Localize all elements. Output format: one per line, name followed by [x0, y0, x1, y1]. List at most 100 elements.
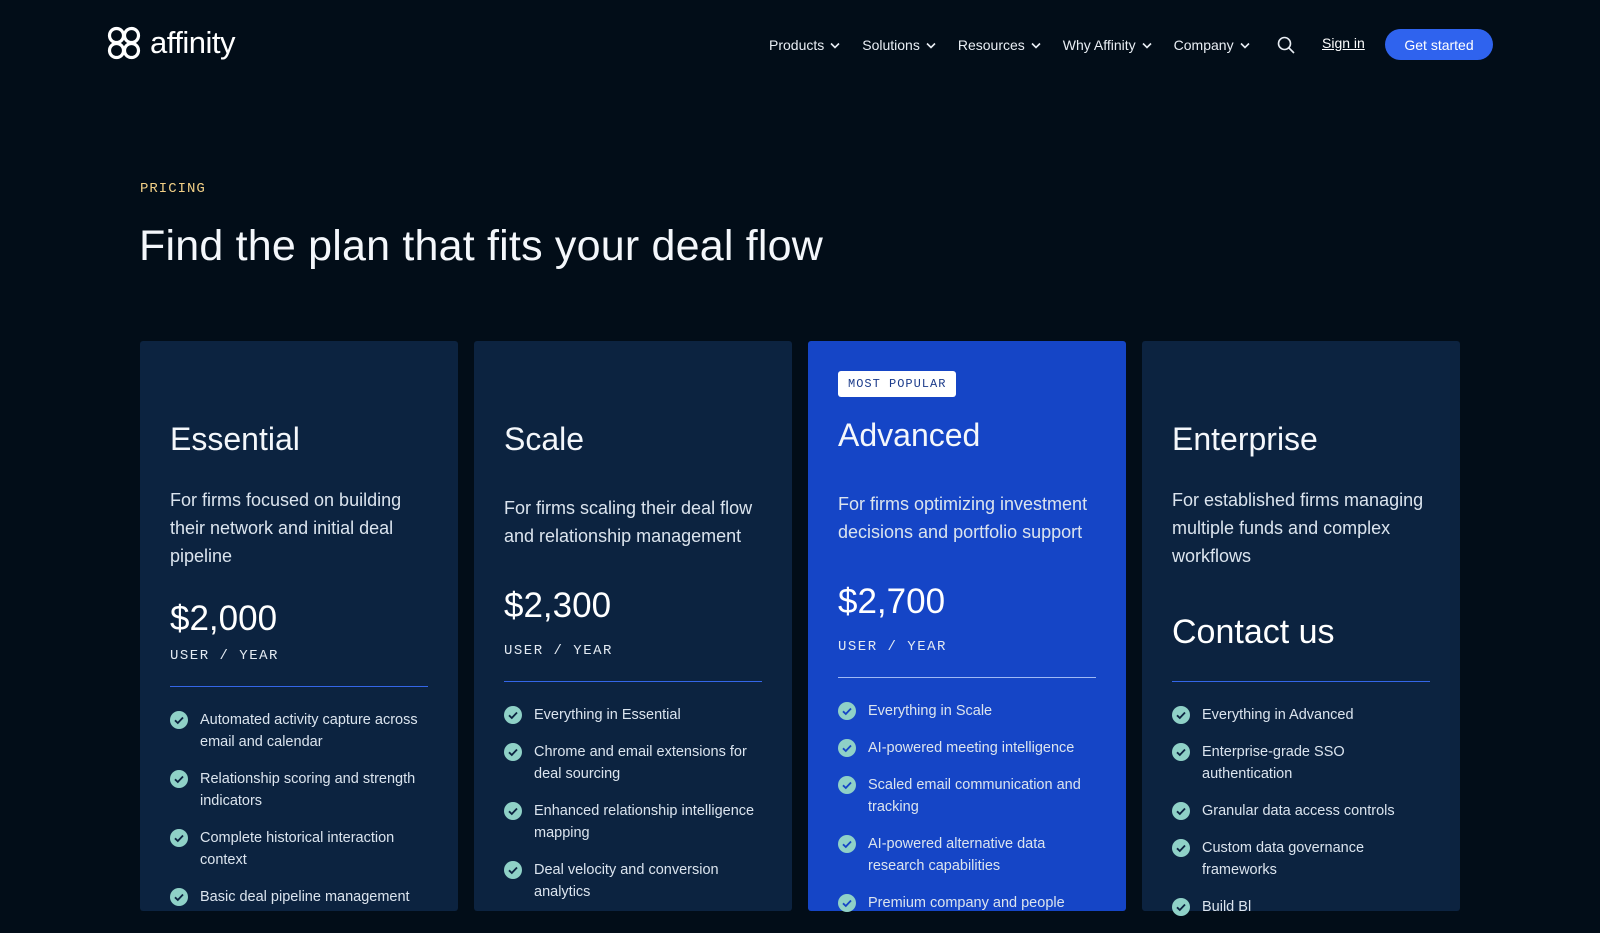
plan-description: For firms focused on building their netw…	[170, 490, 402, 566]
feature-item: Automated activity capture across email …	[170, 709, 432, 753]
feature-text: Enterprise-grade SSO authentication	[1202, 744, 1345, 782]
check-circle-icon	[838, 739, 856, 757]
plan-name: Scale	[504, 421, 585, 457]
feature-item: Premium company and people	[838, 892, 1100, 914]
check-circle-icon	[838, 894, 856, 912]
feature-text: AI-powered meeting intelligence	[868, 740, 1075, 756]
search-icon[interactable]	[1276, 35, 1296, 55]
plan-unit: USER / YEAR	[170, 648, 279, 664]
plan-name: Essential	[170, 421, 300, 457]
check-circle-icon	[504, 706, 522, 724]
plan-card-essential: Essential For firms focused on building …	[140, 341, 458, 911]
feature-text: Complete historical interaction context	[200, 830, 395, 868]
check-circle-icon	[504, 861, 522, 879]
feature-item: Basic deal pipeline management	[170, 886, 432, 908]
plan-card-scale: Scale For firms scaling their deal flow …	[474, 341, 792, 911]
feature-text: Automated activity capture across email …	[200, 712, 418, 750]
feature-item: AI-powered alternative data research cap…	[838, 833, 1100, 877]
nav-item-resources[interactable]: Resources	[958, 37, 1041, 53]
get-started-button[interactable]: Get started	[1385, 29, 1493, 60]
nav-item-label: Solutions	[862, 37, 920, 53]
plan-divider	[838, 677, 1096, 678]
check-circle-icon	[838, 776, 856, 794]
plan-price: $2,000	[170, 599, 278, 638]
plan-card-enterprise: Enterprise For established firms managin…	[1142, 341, 1460, 916]
feature-text: Everything in Advanced	[1202, 707, 1354, 723]
page-title: Find the plan that fits your deal flow	[139, 222, 824, 270]
sign-in-link[interactable]: Sign in	[1322, 35, 1365, 51]
check-circle-icon	[838, 702, 856, 720]
check-circle-icon	[504, 743, 522, 761]
feature-list: Everything in Scale AI-powered meeting i…	[838, 700, 1100, 929]
check-circle-icon	[1172, 802, 1190, 820]
feature-text: Granular data access controls	[1202, 803, 1395, 819]
feature-item: Deal velocity and conversion analytics	[504, 859, 766, 903]
feature-text: Deal velocity and conversion analytics	[534, 862, 719, 900]
top-nav: affinity Products Solutions Resources Wh…	[0, 0, 1600, 90]
contact-us-cta[interactable]: Contact us	[1172, 613, 1335, 652]
nav-item-company[interactable]: Company	[1174, 37, 1250, 53]
check-circle-icon	[838, 835, 856, 853]
feature-item: Everything in Scale	[838, 700, 1100, 722]
check-circle-icon	[170, 888, 188, 906]
feature-item: Chrome and email extensions for deal sou…	[504, 741, 766, 785]
plan-description: For established firms managing multiple …	[1172, 490, 1424, 566]
affinity-logo-icon	[107, 26, 141, 60]
nav-menu: Products Solutions Resources Why Affinit…	[769, 34, 1272, 56]
feature-text: Basic deal pipeline management	[200, 889, 410, 905]
check-circle-icon	[1172, 839, 1190, 857]
feature-text: Everything in Essential	[534, 707, 681, 723]
plan-price: $2,300	[504, 586, 612, 625]
nav-item-solutions[interactable]: Solutions	[862, 37, 936, 53]
pricing-eyebrow: PRICING	[140, 181, 206, 197]
affinity-logo[interactable]: affinity	[106, 24, 236, 62]
check-circle-icon	[1172, 898, 1190, 916]
feature-text: AI-powered alternative data research cap…	[868, 836, 1046, 874]
plan-name: Advanced	[838, 417, 981, 453]
plan-divider	[1172, 681, 1430, 682]
feature-item: Relationship scoring and strength indica…	[170, 768, 432, 812]
plan-card-advanced: MOST POPULAR Advanced For firms optimizi…	[808, 341, 1126, 912]
feature-text: Custom data governance frameworks	[1202, 840, 1365, 878]
feature-item: Complete historical interaction context	[170, 827, 432, 871]
nav-item-label: Products	[769, 37, 825, 53]
check-circle-icon	[1172, 706, 1190, 724]
nav-item-why-affinity[interactable]: Why Affinity	[1063, 37, 1152, 53]
feature-item: Enhanced relationship intelligence mappi…	[504, 800, 766, 844]
plan-price: $2,700	[838, 582, 946, 621]
feature-text: Scaled email communication and tracking	[868, 777, 1081, 815]
feature-item: Scaled email communication and tracking	[838, 774, 1100, 818]
nav-item-products[interactable]: Products	[769, 37, 840, 53]
check-circle-icon	[170, 711, 188, 729]
feature-text: Build Bl	[1202, 899, 1252, 915]
feature-text: Enhanced relationship intelligence mappi…	[534, 803, 755, 841]
nav-item-label: Why Affinity	[1062, 37, 1136, 53]
chevron-down-icon	[1031, 42, 1041, 49]
feature-item: AI-powered meeting intelligence	[838, 737, 1100, 759]
check-circle-icon	[504, 802, 522, 820]
plan-description: For firms scaling their deal flow and re…	[504, 498, 753, 546]
plan-unit: USER / YEAR	[838, 639, 947, 655]
plan-name: Enterprise	[1172, 421, 1318, 457]
most-popular-badge: MOST POPULAR	[838, 371, 957, 397]
feature-item: Granular data access controls	[1172, 800, 1434, 822]
plan-divider	[170, 686, 428, 687]
logo-text: affinity	[150, 25, 236, 60]
plan-unit: USER / YEAR	[504, 643, 613, 659]
chevron-down-icon	[1142, 42, 1152, 49]
feature-item: Enterprise-grade SSO authentication	[1172, 741, 1434, 785]
check-circle-icon	[170, 829, 188, 847]
check-circle-icon	[1172, 743, 1190, 761]
plan-description: For firms optimizing investment decision…	[838, 494, 1088, 542]
feature-item: Build Bl	[1172, 896, 1434, 918]
feature-text: Relationship scoring and strength indica…	[200, 771, 416, 809]
feature-list: Everything in Essential Chrome and email…	[504, 704, 766, 918]
feature-list: Automated activity capture across email …	[170, 709, 432, 923]
feature-item: Everything in Advanced	[1172, 704, 1434, 726]
chevron-down-icon	[926, 42, 936, 49]
nav-item-label: Resources	[957, 37, 1025, 53]
nav-item-label: Company	[1173, 37, 1234, 53]
plan-divider	[504, 681, 762, 682]
feature-text: Everything in Scale	[868, 703, 993, 719]
feature-text: Premium company and people	[868, 895, 1065, 911]
